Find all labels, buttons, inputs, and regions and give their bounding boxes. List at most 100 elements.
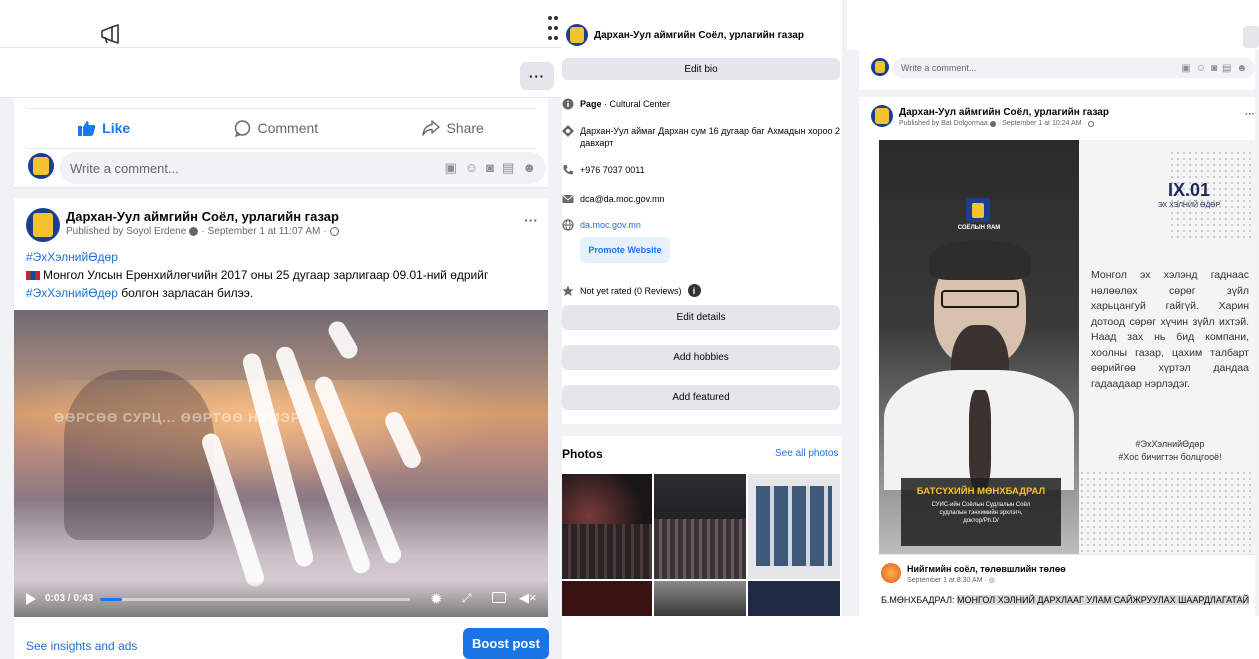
gif-icon[interactable]: ▤	[502, 160, 514, 176]
photo-thumbnail[interactable]	[562, 581, 652, 616]
video-controls: 0:03 / 0:43 ✹ ⤢ ◀×	[14, 580, 548, 617]
post-body-line2: #ЭхХэлнийӨдөр болгон зарласан билээ.	[26, 286, 254, 300]
page-avatar[interactable]	[566, 24, 588, 46]
shared-date: September 1 at 8:30 AM · ◎	[907, 577, 995, 584]
video-progress-fill	[100, 598, 122, 601]
more-options-button[interactable]: ···	[520, 62, 554, 90]
video-time: 0:03 / 0:43	[45, 593, 94, 604]
name-banner: БАТСҮХИЙН МӨНХБАДРАЛ СУИС-ийн Соёлын Суд…	[901, 478, 1061, 546]
see-all-photos-link[interactable]: See all photos	[775, 448, 838, 459]
portrait-column: СОЁЛЫН ЯАМ БАТСҮХИЙН МӨНХБАДРАЛ СУИС-ийн…	[879, 140, 1079, 554]
info-rating: Not yet rated (0 Reviews) i	[562, 284, 840, 297]
post-body-line1: Монгол Улсын Ерөнхийлөгчийн 2017 оны 25 …	[26, 268, 488, 282]
panel-bottom	[847, 616, 1259, 659]
right-top-bar	[847, 0, 1259, 50]
edit-details-button[interactable]: Edit details	[562, 305, 840, 330]
dot-pattern	[1079, 470, 1255, 554]
divider	[26, 148, 536, 149]
info-email: dca@da.moc.gov.mn	[562, 193, 840, 205]
shared-page-avatar[interactable]	[881, 563, 901, 583]
mongol-script-stroke	[325, 318, 361, 362]
info-circle-icon[interactable]: i	[687, 284, 701, 297]
previous-post-footer: Like Comment Share Write a comment... ▣ …	[14, 98, 548, 188]
apps-menu-icon[interactable]	[548, 16, 558, 44]
ministry-caption: СОЁЛЫН ЯАМ	[957, 225, 1001, 231]
photo-thumbnail[interactable]	[562, 474, 652, 579]
left-panel: ··· Like Comment Share Write a comment..…	[0, 0, 562, 659]
info-circle-icon	[562, 98, 574, 110]
comment-button[interactable]: Comment	[234, 119, 318, 137]
add-hobbies-button[interactable]: Add hobbies	[562, 345, 840, 370]
share-button[interactable]: Share	[422, 120, 484, 136]
megaphone-icon[interactable]	[100, 24, 122, 44]
post-more-button[interactable]: ···	[524, 212, 538, 228]
settings-gear-icon[interactable]: ✹	[430, 590, 443, 608]
comment-tools: ▣ ☺ ◙ ▤ ☻	[445, 160, 536, 176]
envelope-icon	[562, 193, 574, 205]
boost-post-button[interactable]: Boost post	[463, 628, 549, 659]
star-icon	[562, 285, 574, 297]
video-progress-bar[interactable]	[100, 598, 410, 601]
post-page-name[interactable]: Дархан-Уул аймгийн Соёл, урлагийн газар	[66, 209, 339, 224]
post-meta: Published by Soyol Erdene · September 1 …	[66, 226, 339, 237]
sticker-icon[interactable]: ▣	[1181, 63, 1190, 74]
post-page-name[interactable]: Дархан-Уул аймгийн Соёл, урлагийн газар	[899, 107, 1109, 118]
photo-thumbnail[interactable]	[654, 474, 746, 579]
card-gap	[14, 188, 548, 198]
post-meta: Published by Bat Dolgormaa · September 1…	[899, 120, 1094, 127]
left-gutter	[0, 98, 14, 659]
photo-thumbnail[interactable]	[748, 474, 840, 579]
add-featured-button[interactable]: Add featured	[562, 385, 840, 410]
mute-speaker-icon[interactable]: ◀×	[519, 590, 537, 606]
photo-thumbnail[interactable]	[654, 581, 746, 616]
sticker-icon[interactable]: ▣	[445, 160, 457, 176]
gif-icon[interactable]: ▤	[1222, 63, 1231, 74]
shared-post[interactable]: Нийгмийн соёл, төлөвшлийн төлөө Septembe…	[879, 554, 1255, 616]
page-avatar[interactable]	[871, 58, 889, 76]
post-image-poster[interactable]: СОЁЛЫН ЯАМ БАТСҮХИЙН МӨНХБАДРАЛ СУИС-ийн…	[879, 140, 1255, 554]
share-arrow-icon	[422, 120, 441, 136]
emoji-icon[interactable]: ☺	[465, 160, 478, 176]
post-card: Дархан-Уул аймгийн Соёл, урлагийн газар …	[14, 198, 549, 659]
avatar-sticker-icon[interactable]: ☻	[522, 160, 536, 176]
fullscreen-icon[interactable]: ⤢	[462, 591, 472, 606]
emoji-icon[interactable]: ☺	[1196, 63, 1206, 74]
camera-icon[interactable]: ◙	[486, 160, 494, 176]
globe-icon	[562, 219, 574, 231]
post-actions: Like Comment Share	[26, 108, 536, 148]
page-avatar[interactable]	[871, 105, 893, 127]
page-header-title[interactable]: Дархан-Уул аймгийн Соёл, урлагийн газар	[594, 30, 804, 41]
photos-title: Photos	[562, 447, 603, 461]
info-icon	[189, 227, 199, 236]
panel-bottom	[562, 616, 847, 659]
post-more-button[interactable]: ···	[1245, 109, 1255, 120]
post-hashtag[interactable]: #ЭхХэлнийӨдөр	[26, 250, 118, 264]
comment-bubble-icon	[234, 119, 251, 137]
poster-date-sub: ЭХ ХЭЛНИЙ ӨДӨР	[1157, 202, 1221, 209]
person-title: СУИС-ийн Соёлын Судлалын Соёл судлалын т…	[931, 502, 1031, 524]
right-gutter	[548, 98, 562, 659]
comment-input[interactable]: Write a comment... ▣ ☺ ◙ ▤ ☻	[893, 58, 1255, 78]
scroll-handle[interactable]	[1243, 26, 1259, 48]
shared-text: Б.МӨНХБАДРАЛ: МОНГОЛ ХЭЛНИЙ ДАРХЛААГ УЛА…	[881, 595, 1250, 605]
info-phone: +976 7037 0011	[562, 164, 840, 176]
picture-in-picture-icon[interactable]	[492, 592, 506, 603]
page-header: Дархан-Уул аймгийн Соёл, урлагийн газар	[562, 0, 847, 54]
left-subbar: ···	[0, 48, 562, 98]
avatar-sticker-icon[interactable]: ☻	[1236, 63, 1247, 74]
page-avatar[interactable]	[28, 153, 54, 179]
right-panel: Write a comment... ▣ ☺ ◙ ▤ ☻ Дархан-Уул …	[847, 0, 1259, 659]
comment-input[interactable]: Write a comment... ▣ ☺ ◙ ▤ ☻	[60, 152, 546, 184]
play-icon[interactable]	[26, 593, 36, 605]
globe-icon	[329, 227, 339, 236]
see-insights-link[interactable]: See insights and ads	[26, 639, 137, 653]
camera-icon[interactable]: ◙	[1211, 63, 1217, 74]
edit-bio-button[interactable]: Edit bio	[562, 58, 840, 80]
photo-thumbnail[interactable]	[748, 581, 840, 616]
post-video[interactable]: ӨӨРСӨӨ СУРЦ... ӨӨРТӨӨ НЭМЭР 0:03 / 0:43 …	[14, 310, 548, 617]
shared-page-name[interactable]: Нийгмийн соёл, төлөвшлийн төлөө	[907, 564, 1066, 574]
middle-panel: Дархан-Уул аймгийн Соёл, урлагийн газар …	[548, 0, 847, 659]
page-avatar[interactable]	[26, 208, 60, 242]
like-button[interactable]: Like	[78, 120, 130, 136]
promote-website-button[interactable]: Promote Website	[580, 237, 670, 263]
